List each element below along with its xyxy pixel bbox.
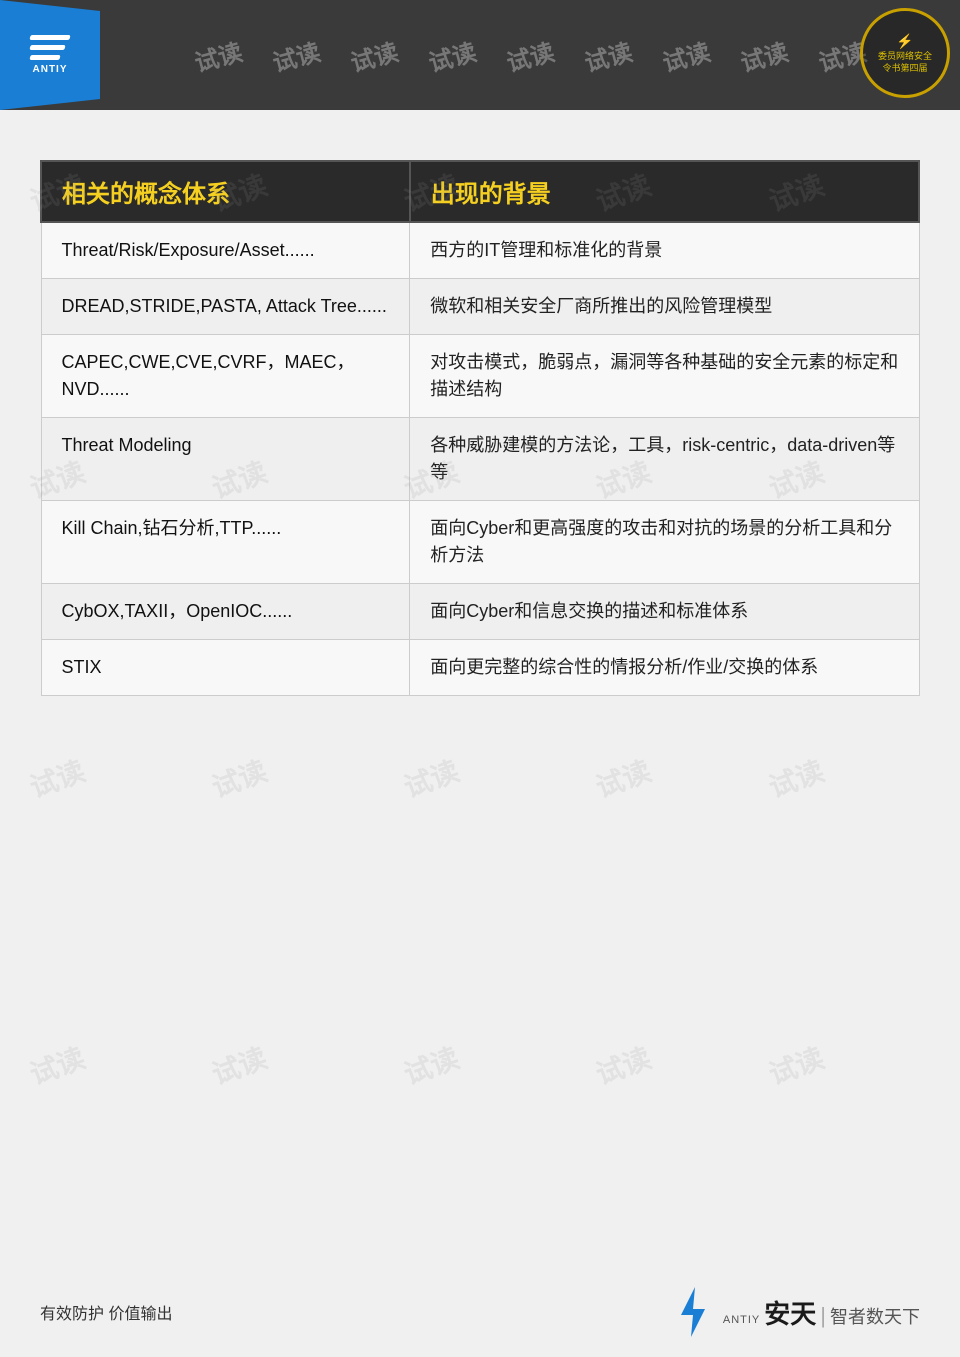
table-header-row: 相关的概念体系 出现的背景: [41, 161, 919, 222]
concept-table: 相关的概念体系 出现的背景 Threat/Risk/Exposure/Asset…: [40, 160, 920, 696]
footer: 有效防护 价值输出 ANTIY 安天 | 智者数天下: [0, 1287, 960, 1337]
body-watermark-11: 试读: [206, 750, 272, 807]
footer-slogan: 有效防护 价值输出: [40, 1300, 172, 1324]
watermark-6: 试读: [580, 32, 635, 78]
table-cell-right: 面向Cyber和更高强度的攻击和对抗的场景的分析工具和分析方法: [410, 501, 919, 584]
badge-circle: ⚡ 委员网络安全 令书第四届: [860, 8, 950, 98]
table-row: DREAD,STRIDE,PASTA, Attack Tree......微软和…: [41, 279, 919, 335]
table-cell-right: 西方的IT管理和标准化的背景: [410, 222, 919, 279]
logo-lines: [30, 35, 70, 60]
logo-line-1: [29, 35, 70, 40]
footer-separator: |: [820, 1303, 826, 1329]
watermark-5: 试读: [502, 32, 557, 78]
table-row: CybOX,TAXII，OpenIOC......面向Cyber和信息交换的描述…: [41, 584, 919, 640]
table-cell-left: Threat/Risk/Exposure/Asset......: [41, 222, 410, 279]
body-watermark-19: 试读: [763, 1037, 829, 1094]
footer-logo-text: 安天: [764, 1294, 816, 1331]
body-watermark-17: 试读: [398, 1037, 464, 1094]
table-row: Threat Modeling各种威胁建模的方法论，工具，risk-centri…: [41, 418, 919, 501]
body-watermark-10: 试读: [24, 750, 90, 807]
table-cell-right: 对攻击模式，脆弱点，漏洞等各种基础的安全元素的标定和描述结构: [410, 335, 919, 418]
badge-text-1: 委员网络安全: [878, 51, 932, 63]
badge-logo-icon: ⚡: [896, 32, 913, 52]
body-watermark-13: 试读: [590, 750, 656, 807]
main-content: 相关的概念体系 出现的背景 Threat/Risk/Exposure/Asset…: [0, 110, 960, 716]
table-cell-left: DREAD,STRIDE,PASTA, Attack Tree......: [41, 279, 410, 335]
header-badge: ⚡ 委员网络安全 令书第四届: [860, 8, 950, 98]
table-cell-left: CybOX,TAXII，OpenIOC......: [41, 584, 410, 640]
col1-header: 相关的概念体系: [41, 161, 410, 222]
header-watermark-area: 试读 试读 试读 试读 试读 试读 试读 试读 试读: [100, 38, 960, 73]
footer-logo-sub: 智者数天下: [830, 1303, 920, 1329]
footer-antiy-small: ANTIY: [723, 1314, 760, 1326]
body-watermark-15: 试读: [24, 1037, 90, 1094]
watermark-2: 试读: [268, 32, 323, 78]
body-watermark-14: 试读: [763, 750, 829, 807]
table-row: STIX面向更完整的综合性的情报分析/作业/交换的体系: [41, 640, 919, 696]
table-cell-right: 面向更完整的综合性的情报分析/作业/交换的体系: [410, 640, 919, 696]
watermark-8: 试读: [736, 32, 791, 78]
watermark-3: 试读: [346, 32, 401, 78]
body-watermark-12: 试读: [398, 750, 464, 807]
badge-text-2: 令书第四届: [882, 63, 927, 75]
table-cell-left: STIX: [41, 640, 410, 696]
table-row: Kill Chain,钻石分析,TTP......面向Cyber和更高强度的攻击…: [41, 501, 919, 584]
table-row: Threat/Risk/Exposure/Asset......西方的IT管理和…: [41, 222, 919, 279]
table-row: CAPEC,CWE,CVE,CVRF，MAEC，NVD......对攻击模式，脆…: [41, 335, 919, 418]
footer-right: ANTIY 安天 | 智者数天下: [673, 1287, 920, 1337]
footer-lightning-icon: [673, 1287, 713, 1337]
watermark-4: 试读: [424, 32, 479, 78]
watermark-1: 试读: [190, 32, 245, 78]
col2-header: 出现的背景: [410, 161, 919, 222]
header: ANTIY 试读 试读 试读 试读 试读 试读 试读 试读 试读 ⚡ 委员网络安…: [0, 0, 960, 110]
table-cell-right: 各种威胁建模的方法论，工具，risk-centric，data-driven等等: [410, 418, 919, 501]
watermark-7: 试读: [658, 32, 713, 78]
table-cell-right: 微软和相关安全厂商所推出的风险管理模型: [410, 279, 919, 335]
logo: ANTIY: [0, 0, 100, 110]
body-watermark-18: 试读: [590, 1037, 656, 1094]
footer-logo-group: ANTIY 安天 | 智者数天下: [723, 1294, 920, 1331]
body-watermark-16: 试读: [206, 1037, 272, 1094]
table-cell-left: CAPEC,CWE,CVE,CVRF，MAEC，NVD......: [41, 335, 410, 418]
logo-text: ANTIY: [33, 64, 68, 75]
table-cell-left: Kill Chain,钻石分析,TTP......: [41, 501, 410, 584]
logo-line-3: [29, 55, 60, 60]
table-cell-left: Threat Modeling: [41, 418, 410, 501]
logo-line-2: [29, 45, 65, 50]
table-cell-right: 面向Cyber和信息交换的描述和标准体系: [410, 584, 919, 640]
